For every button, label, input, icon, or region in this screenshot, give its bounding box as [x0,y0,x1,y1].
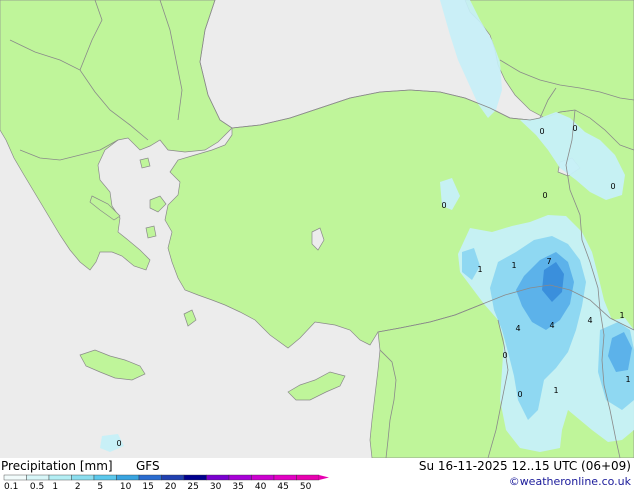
scale-swatch [26,474,50,481]
scale-swatch [161,474,185,481]
station-label: 1 [511,261,516,270]
scale-arrow [319,475,329,480]
weather-map-view: 1 1 7 4 4 4 1 1 1 0 0 0 0 0 0 0 0 Precip… [0,0,634,490]
scale-swatch [228,474,252,481]
scale-swatch [71,474,95,481]
scale-label: 25 [187,482,198,490]
scale-label: 2 [75,482,81,490]
station-label: 4 [549,321,554,330]
scale-label: 30 [210,482,222,490]
scale-swatch [273,474,297,481]
scale-swatch [3,474,27,481]
island-thasos [139,157,151,169]
station-label: 4 [587,316,592,325]
site-credit: ©weatheronline.co.uk [508,475,631,488]
scale-label: 0.1 [4,482,18,490]
scale-label: 45 [277,482,288,490]
station-label: 1 [625,375,630,384]
station-label: 4 [515,324,520,333]
scale-swatch [206,474,230,481]
model-name: GFS [136,459,160,473]
station-label: 0 [502,351,507,360]
scale-label: 1 [52,482,58,490]
scale-swatch [251,474,275,481]
station-label: 0 [116,439,121,448]
scale-swatches [3,474,329,481]
scale-label: 5 [97,482,103,490]
station-label: 1 [477,265,482,274]
scale-swatch [183,474,207,481]
station-label: 7 [546,257,551,266]
scale-swatch [138,474,162,481]
precip-color-scale: 0.1 0.5 1 2 5 10 15 20 25 30 35 40 45 50 [3,474,329,490]
scale-swatch [48,474,72,481]
valid-time: Su 16-11-2025 12..15 UTC (06+09) [418,459,631,473]
scale-swatch [116,474,140,481]
scale-label: 10 [120,482,132,490]
station-label: 1 [619,311,624,320]
scale-label: 40 [255,482,267,490]
scale-swatch [296,474,320,481]
station-label: 0 [610,182,615,191]
scale-labels: 0.1 0.5 1 2 5 10 15 20 25 30 35 40 45 50 [4,482,312,490]
precipitation-map: 1 1 7 4 4 4 1 1 1 0 0 0 0 0 0 0 0 [0,0,634,458]
scale-label: 20 [165,482,177,490]
station-label: 0 [539,127,544,136]
station-label: 0 [441,201,446,210]
station-label: 1 [553,386,558,395]
scale-label: 15 [142,482,153,490]
station-label: 0 [517,390,522,399]
scale-label: 50 [300,482,312,490]
map-title: Precipitation [mm] [1,459,113,473]
scale-label: 35 [232,482,243,490]
scale-label: 0.5 [30,482,44,490]
scale-swatch [93,474,117,481]
station-label: 0 [572,124,577,133]
station-label: 0 [542,191,547,200]
island-chios [145,225,157,239]
